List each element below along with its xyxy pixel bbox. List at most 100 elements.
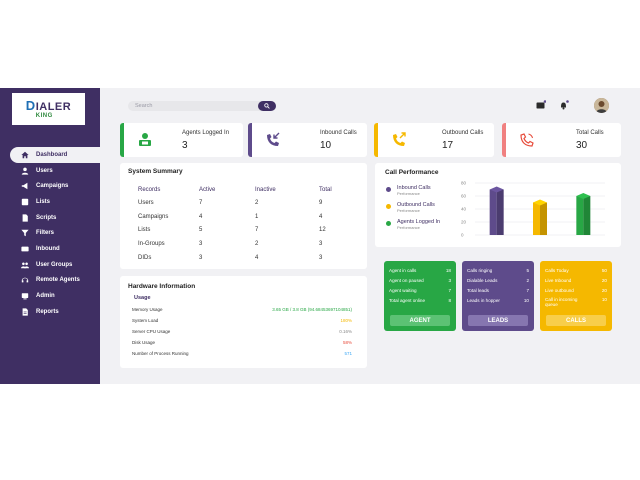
app-window: DIALER KING Dashboard Users Campaigns Li…	[0, 88, 640, 384]
avatar[interactable]	[594, 98, 609, 113]
column-header: Records	[138, 186, 161, 193]
sidebar-item-label: Filters	[36, 230, 55, 237]
info-row: Dialable Leads 2	[467, 278, 529, 287]
hardware-label: Server CPU Usage	[132, 329, 171, 334]
search-input[interactable]	[128, 101, 258, 111]
chart-bar	[489, 186, 504, 235]
leads-button[interactable]: LEADS	[468, 315, 528, 326]
legend-sublabel: Performance	[397, 225, 420, 230]
table-row: Campaigns 4 1 4	[138, 210, 349, 224]
sidebar-item-inbound[interactable]: Inbound	[0, 241, 100, 257]
sidebar-item-reports[interactable]: Reports	[0, 304, 100, 320]
bell-icon[interactable]	[559, 100, 569, 110]
hardware-label: Number of Process Running	[132, 351, 189, 356]
legend-sublabel: Performance	[397, 208, 420, 213]
calls-button[interactable]: CALLS	[546, 315, 606, 326]
info-value: 20	[601, 278, 607, 283]
info-row: Calls ringing 5	[467, 268, 529, 277]
search-button[interactable]	[258, 101, 276, 111]
stat-card-inbound-calls[interactable]: Inbound Calls 10	[248, 123, 367, 157]
info-value: 20	[601, 288, 607, 293]
sidebar-item-scripts[interactable]: Scripts	[0, 210, 100, 226]
info-row: Live Inbound 20	[545, 278, 607, 287]
y-tick-label: 0	[461, 233, 464, 238]
sidebar-item-users[interactable]: Users	[0, 163, 100, 179]
info-value: 10	[523, 298, 529, 303]
stat-label: Total Calls	[576, 130, 604, 136]
hardware-row-disk-usage: Disk Usage 58%	[132, 340, 352, 351]
info-label: Call in incoming queue	[545, 297, 578, 307]
headset-icon	[20, 275, 30, 285]
legend-dot	[386, 204, 391, 209]
system-summary-table: Records Active Inactive Total Users 7 2 …	[138, 183, 349, 265]
stat-card-outbound-calls[interactable]: Outbound Calls 17	[374, 123, 494, 157]
stat-value: 30	[576, 140, 588, 151]
table-cell: 7	[255, 227, 259, 234]
sidebar-item-label: Lists	[36, 198, 51, 205]
column-header: Active	[199, 186, 216, 193]
sidebar-item-label: Inbound	[36, 245, 60, 252]
stat-value: 3	[182, 140, 188, 151]
info-label: Live outbound	[545, 288, 574, 293]
info-label: Leads in hopper	[467, 298, 500, 303]
info-label: Agent in calls	[389, 268, 417, 273]
table-cell: 2	[255, 241, 259, 248]
sidebar-item-user-groups[interactable]: User Groups	[0, 257, 100, 273]
column-header: Total	[319, 186, 332, 193]
info-row: Total agent online 8	[389, 298, 451, 307]
table-cell: Campaigns	[138, 213, 169, 220]
stat-accent-bar	[502, 123, 506, 157]
info-label: Live Inbound	[545, 278, 572, 283]
info-label: Agent waiting	[389, 288, 417, 293]
table-cell: 5	[199, 227, 203, 234]
table-cell: 3	[319, 241, 323, 248]
info-label: Total leads	[467, 288, 489, 293]
filter-icon	[20, 228, 30, 238]
chart-bar	[576, 193, 591, 235]
sidebar-item-admin[interactable]: Admin	[0, 288, 100, 304]
hardware-value: 3.65 GB / 3.8 GB (94.68453697104851)	[272, 307, 352, 312]
hardware-usage-heading: Usage	[134, 295, 151, 301]
hardware-value: 58%	[342, 340, 352, 345]
chart-bar	[533, 199, 547, 235]
stat-card-total-calls[interactable]: Total Calls 30	[502, 123, 621, 157]
info-label: Agent on paused	[389, 278, 424, 283]
stat-card-agents-logged-in[interactable]: Agents Logged In 3	[120, 123, 243, 157]
info-row: Agent waiting 7	[389, 288, 451, 297]
table-cell: 7	[199, 199, 203, 206]
table-row: In-Groups 3 2 3	[138, 237, 349, 251]
hardware-information-panel: Hardware Information Usage Memory Usage …	[120, 276, 367, 368]
sidebar-item-label: User Groups	[36, 261, 73, 268]
ringing-phone-icon	[520, 133, 534, 147]
stat-value: 17	[442, 140, 454, 151]
search-icon	[264, 103, 270, 109]
logo: DIALER KING	[12, 93, 85, 125]
sidebar-item-label: Scripts	[36, 214, 57, 221]
sidebar-item-filters[interactable]: Filters	[0, 225, 100, 241]
hardware-row-system-load: System Load 180%	[132, 318, 352, 329]
sidebar-item-lists[interactable]: Lists	[0, 194, 100, 210]
agent-button[interactable]: AGENT	[390, 315, 450, 326]
megaphone-icon	[20, 181, 30, 191]
hardware-label: System Load	[132, 318, 159, 323]
mail-icon[interactable]	[536, 100, 546, 110]
stat-value: 10	[320, 140, 332, 151]
info-value: 10	[601, 297, 607, 302]
table-cell: Users	[138, 199, 154, 206]
stat-label: Inbound Calls	[320, 130, 357, 136]
sidebar-item-dashboard[interactable]: Dashboard	[10, 147, 100, 163]
admin-icon	[20, 291, 30, 301]
sidebar-item-campaigns[interactable]: Campaigns	[0, 178, 100, 194]
info-value: 18	[445, 268, 451, 273]
table-cell: 3	[199, 241, 203, 248]
table-cell: 12	[319, 227, 326, 234]
column-header: Inactive	[255, 186, 276, 193]
info-value: 2	[526, 278, 529, 283]
panel-title: Call Performance	[385, 169, 439, 176]
info-value: 5	[526, 268, 529, 273]
table-cell: 4	[319, 213, 323, 220]
call-performance-chart: 0 20 40 60 80	[461, 181, 605, 238]
sidebar-item-remote-agents[interactable]: Remote Agents	[0, 273, 100, 289]
table-cell: DIDs	[138, 255, 152, 262]
hardware-value: 0.16%	[339, 329, 352, 334]
